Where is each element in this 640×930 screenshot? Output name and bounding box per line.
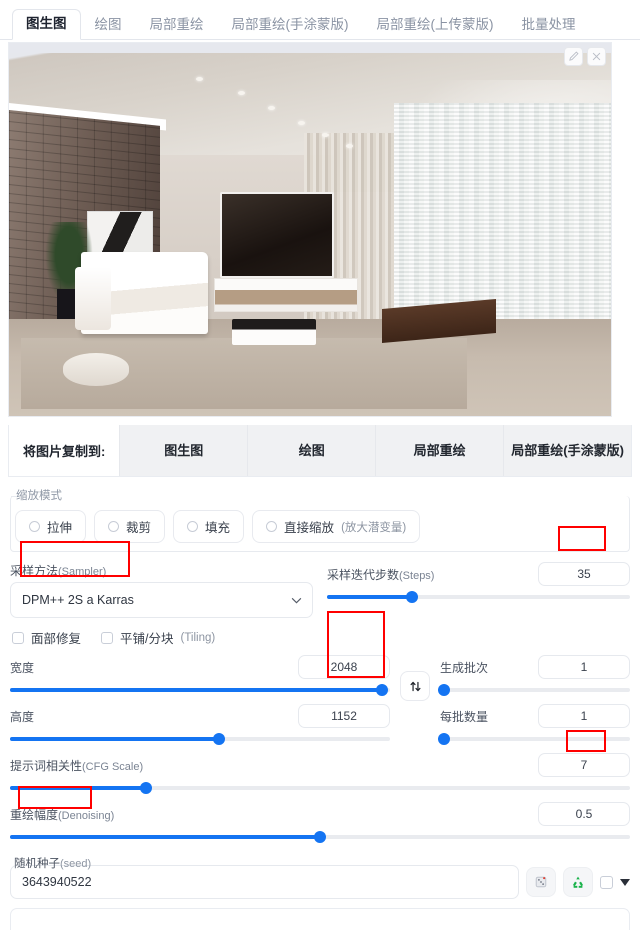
steps-slider[interactable] <box>327 589 630 605</box>
height-slider[interactable] <box>10 731 390 747</box>
copy-to-inpaint-sketch-button[interactable]: 局部重绘(手涂蒙版) <box>503 425 632 476</box>
resize-mode-fill[interactable]: 填充 <box>173 510 245 543</box>
batch-size-label: 每批数量 <box>440 709 489 724</box>
denoising-field: 重绘幅度(Denoising) 0.5 <box>10 802 630 845</box>
batch-size-slider[interactable] <box>437 731 630 747</box>
cfg-value-input[interactable]: 7 <box>538 753 630 777</box>
radio-icon <box>187 521 199 532</box>
width-slider[interactable] <box>10 682 390 698</box>
copy-image-to-bar: 将图片复制到: 图生图 绘图 局部重绘 局部重绘(手涂蒙版) <box>8 425 632 477</box>
option-label: 裁剪 <box>126 521 152 535</box>
resize-mode-options: 拉伸 裁剪 填充 直接缩放 (放大潜变量) <box>11 508 629 547</box>
copy-to-label: 将图片复制到: <box>23 444 106 459</box>
tab-label: 局部重绘(手涂蒙版) <box>231 16 349 32</box>
sampler-label: 采样方法(Sampler) <box>10 564 107 578</box>
tab-inpaint[interactable]: 局部重绘 <box>136 10 218 41</box>
resize-mode-crop[interactable]: 裁剪 <box>94 510 166 543</box>
resize-mode-latent-upscale[interactable]: 直接缩放 (放大潜变量) <box>252 510 421 543</box>
sampler-field: 采样方法(Sampler) DPM++ 2S a Karras <box>10 562 313 618</box>
batch-count-value-input[interactable]: 1 <box>538 655 630 679</box>
width-field: 宽度 2048 <box>10 655 390 679</box>
toggle-row: 面部修复 平铺/分块 (Tiling) <box>12 628 628 647</box>
denoising-slider[interactable] <box>10 829 630 845</box>
tab-label: 绘图 <box>94 16 122 32</box>
steps-label: 采样迭代步数(Steps) <box>327 567 435 582</box>
denoising-value-input[interactable]: 0.5 <box>538 802 630 826</box>
close-icon[interactable] <box>587 47 606 66</box>
checkbox-icon <box>101 631 114 644</box>
tab-label: 局部重绘(上传蒙版) <box>376 16 494 32</box>
cfg-slider[interactable] <box>10 780 630 796</box>
checkbox-label: 面部修复 <box>31 632 82 646</box>
main-tab-bar: 图生图 绘图 局部重绘 局部重绘(手涂蒙版) 局部重绘(上传蒙版) 批量处理 <box>0 0 640 40</box>
recycle-icon[interactable] <box>563 867 593 897</box>
source-image-container[interactable] <box>8 42 612 417</box>
cfg-field: 提示词相关性(CFG Scale) 7 <box>10 753 630 796</box>
radio-icon <box>266 521 278 532</box>
height-field: 高度 1152 <box>10 704 390 728</box>
width-value-input[interactable]: 2048 <box>298 655 390 679</box>
tab-img2img[interactable]: 图生图 <box>12 8 81 40</box>
height-label: 高度 <box>10 709 35 724</box>
swap-vertical-icon[interactable] <box>400 671 430 701</box>
sampler-steps-row: 采样方法(Sampler) DPM++ 2S a Karras 采样迭代步数(S… <box>10 562 630 618</box>
radio-icon <box>108 521 120 532</box>
image-coffee-table <box>231 319 316 346</box>
tiling-checkbox[interactable]: 平铺/分块 (Tiling) <box>101 628 215 647</box>
option-label: 直接缩放 <box>284 521 335 535</box>
triangle-down-icon[interactable] <box>620 878 630 886</box>
batch-size-value-input[interactable]: 1 <box>538 704 630 728</box>
tab-inpaint-sketch[interactable]: 局部重绘(手涂蒙版) <box>218 10 363 41</box>
batch-count-field: 生成批次 1 <box>440 655 630 679</box>
option-label: 拉伸 <box>47 521 73 535</box>
tab-inpaint-upload[interactable]: 局部重绘(上传蒙版) <box>363 10 508 41</box>
image-sofa-arm <box>75 266 112 331</box>
denoising-label: 重绘幅度(Denoising) <box>10 807 115 822</box>
seed-extra-checkbox[interactable] <box>600 875 613 889</box>
next-panel-placeholder <box>10 908 630 930</box>
dice-icon[interactable] <box>526 867 556 897</box>
copy-to-sketch-button[interactable]: 绘图 <box>247 425 376 476</box>
resize-mode-group: 缩放模式 拉伸 裁剪 填充 直接缩放 (放大潜变量) <box>10 487 630 556</box>
checkbox-note: (Tiling) <box>180 631 216 644</box>
seed-label: 随机种子(seed) <box>14 858 92 870</box>
copy-to-inpaint-button[interactable]: 局部重绘 <box>375 425 504 476</box>
dimensions-row: 宽度 2048 高度 1152 生成批次 1 每批数量 1 <box>10 655 630 747</box>
option-note: (放大潜变量) <box>341 521 407 534</box>
checkbox-label: 平铺/分块 <box>120 632 174 646</box>
radio-icon <box>29 521 40 532</box>
sampler-select[interactable]: DPM++ 2S a Karras <box>10 582 313 618</box>
option-label: 填充 <box>205 521 231 535</box>
batch-count-slider[interactable] <box>437 682 630 698</box>
tab-sketch[interactable]: 绘图 <box>81 10 136 41</box>
batch-size-field: 每批数量 1 <box>440 704 630 728</box>
image-television <box>219 192 335 278</box>
source-image <box>9 43 611 416</box>
height-value-input[interactable]: 1152 <box>298 704 390 728</box>
checkbox-icon <box>12 631 24 644</box>
cfg-label: 提示词相关性(CFG Scale) <box>10 758 144 773</box>
tab-label: 局部重绘 <box>149 16 204 32</box>
image-tv-stand <box>213 277 359 312</box>
copy-to-img2img-button[interactable]: 图生图 <box>119 425 248 476</box>
steps-field: 采样迭代步数(Steps) 35 <box>327 562 630 618</box>
tab-label: 批量处理 <box>521 16 576 32</box>
batch-count-label: 生成批次 <box>440 660 489 675</box>
resize-mode-stretch[interactable]: 拉伸 <box>15 510 87 543</box>
tab-label: 图生图 <box>26 15 67 31</box>
tab-batch[interactable]: 批量处理 <box>508 10 590 41</box>
width-label: 宽度 <box>10 660 35 675</box>
image-toolbar <box>564 47 606 66</box>
pencil-icon[interactable] <box>564 47 583 66</box>
restore-faces-checkbox[interactable]: 面部修复 <box>12 628 81 647</box>
steps-value-input[interactable]: 35 <box>538 562 630 586</box>
image-ottoman <box>63 352 130 387</box>
seed-group: 随机种子(seed) 3643940522 <box>10 855 630 899</box>
